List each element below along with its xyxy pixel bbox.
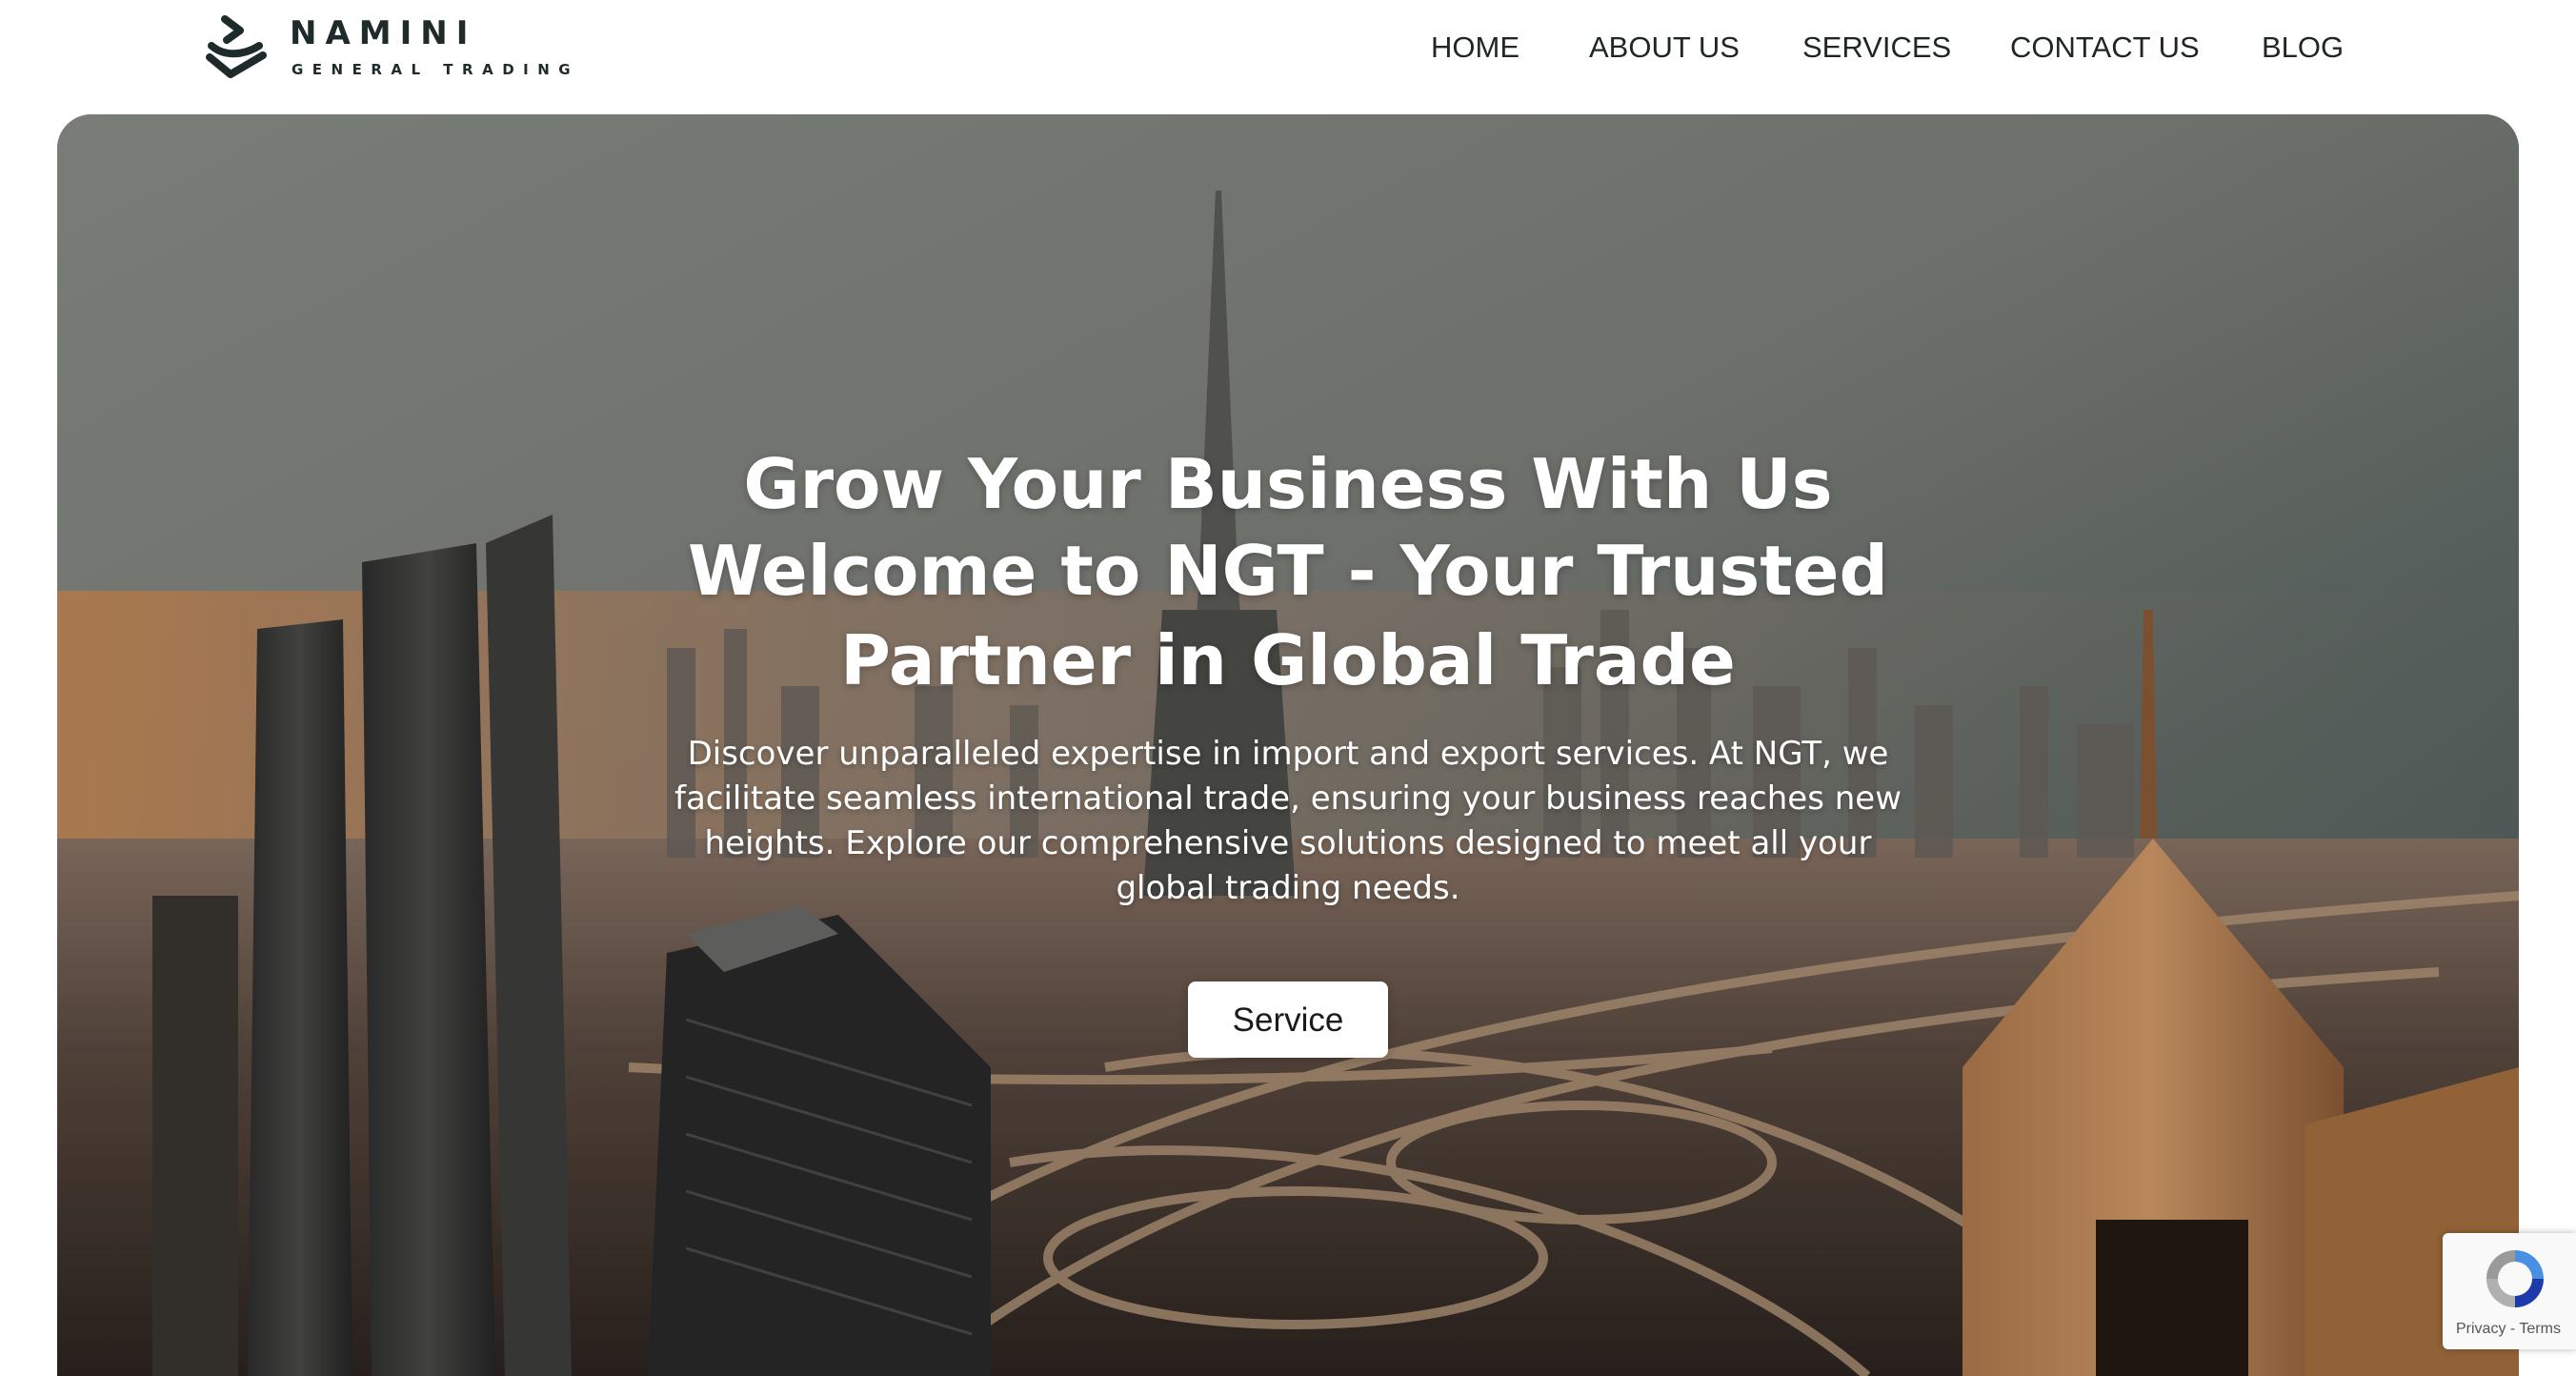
recaptcha-badge[interactable]: Privacy - Terms <box>2443 1233 2576 1349</box>
logo-mark-icon <box>206 15 267 78</box>
nav-about-us[interactable]: ABOUT US <box>1589 27 1740 69</box>
recaptcha-links[interactable]: Privacy - Terms <box>2456 1321 2561 1338</box>
site-header: NAMINI GENERAL TRADING HOME ABOUT US SER… <box>0 0 2576 114</box>
brand-subtitle: GENERAL TRADING <box>292 61 580 78</box>
nav-contact-us[interactable]: CONTACT US <box>2010 27 2200 69</box>
hero-description: Discover unparalleled expertise in impor… <box>674 735 1902 907</box>
service-button[interactable]: Service <box>1188 981 1388 1058</box>
recaptcha-icon <box>2486 1250 2544 1307</box>
hero-headline: Grow Your Business With Us <box>743 444 1833 524</box>
nav-services[interactable]: SERVICES <box>1802 27 1951 69</box>
hero-section: Grow Your Business With Us Welcome to NG… <box>57 114 2519 1376</box>
nav-blog[interactable]: BLOG <box>2262 27 2344 69</box>
hero-subheadline: Welcome to NGT - Your Trusted Partner in… <box>687 531 1889 700</box>
nav-home[interactable]: HOME <box>1431 27 1519 69</box>
brand-logo[interactable]: NAMINI GENERAL TRADING <box>202 13 571 82</box>
brand-name: NAMINI <box>290 14 477 52</box>
